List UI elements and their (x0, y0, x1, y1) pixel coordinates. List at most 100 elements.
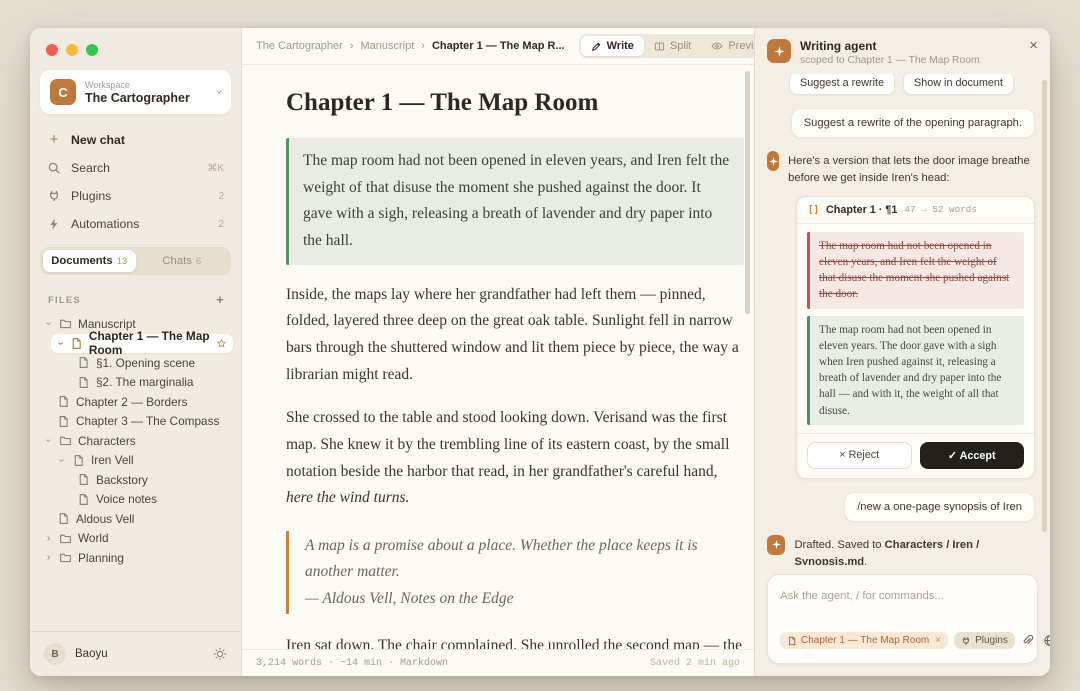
tab-split[interactable]: Split (644, 36, 701, 56)
agent-input[interactable] (780, 590, 1025, 602)
composer-icons: ↑ (1021, 628, 1050, 653)
agent-chat[interactable]: Suggest a rewrite Show in document Sugge… (755, 74, 1050, 565)
breadcrumb-document[interactable]: Chapter 1 — The Map R... (432, 40, 565, 52)
workspace-label: Workspace (85, 80, 190, 90)
chevron-down-icon[interactable]: › (55, 340, 66, 347)
agent-scope: scoped to Chapter 1 — The Map Room (800, 55, 980, 66)
zoom-window-button[interactable] (86, 44, 98, 56)
paragraph[interactable]: She crossed to the table and stood looki… (286, 405, 744, 512)
rewrite-diff-card: Chapter 1 · ¶1 47 → 52 words The map roo… (796, 196, 1035, 479)
tree-item-voice-notes[interactable]: Voice notes (71, 490, 233, 510)
sidebar: C Workspace The Cartographer › + New cha… (30, 28, 242, 676)
search-shortcut: ⌘K (207, 163, 224, 174)
tab-documents[interactable]: Documents 13 (43, 250, 136, 272)
add-file-button[interactable]: + (216, 292, 225, 307)
word-count-status: 3,214 words · ~14 min · Markdown (256, 658, 448, 669)
search-button[interactable]: Search ⌘K (40, 154, 231, 182)
breadcrumb-separator: › (350, 40, 354, 52)
plugins-chip[interactable]: Plugins (954, 632, 1015, 649)
chat-scrollbar[interactable] (1042, 80, 1047, 532)
agent-message: Here's a version that lets the door imag… (767, 151, 1035, 187)
remove-chip-icon[interactable]: × (935, 635, 941, 646)
tab-chats[interactable]: Chats 6 (136, 250, 229, 272)
breadcrumb-workspace[interactable]: The Cartographer (256, 40, 343, 52)
highlighted-paragraph[interactable]: The map room had not been opened in elev… (286, 138, 744, 265)
diff-body: The map room had not been opened in elev… (797, 224, 1034, 433)
tree-item-iren-vell[interactable]: › Iren Vell (51, 451, 233, 471)
user-message: Suggest a rewrite of the opening paragra… (791, 108, 1035, 138)
plus-icon: + (47, 134, 61, 146)
minimize-window-button[interactable] (66, 44, 78, 56)
composer-toolbar: Chapter 1 — The Map Room × Plugins ↑ (780, 628, 1025, 653)
agent-header: Writing agent scoped to Chapter 1 — The … (755, 28, 1050, 74)
file-icon (72, 454, 85, 467)
suggest-rewrite-button[interactable]: Suggest a rewrite (789, 74, 895, 95)
file-icon (57, 512, 70, 525)
quote-attribution: — Aldous Vell, Notes on the Edge (305, 586, 744, 612)
chevron-down-icon[interactable]: › (43, 436, 54, 445)
sidebar-item-automations[interactable]: Automations 2 (40, 210, 231, 238)
plugins-count: 2 (218, 191, 224, 202)
paperclip-icon[interactable] (1021, 634, 1034, 647)
tree-item-aldous-vell[interactable]: Aldous Vell (51, 509, 233, 529)
tree-item-world[interactable]: › World (38, 529, 233, 549)
tree-item-characters[interactable]: › Characters (38, 431, 233, 451)
folder-icon (59, 317, 72, 330)
theme-toggle-sun-icon[interactable] (213, 647, 227, 661)
agent-sparkle-icon (767, 39, 791, 63)
editor-scrollbar[interactable] (745, 71, 750, 314)
document-canvas[interactable]: Chapter 1 — The Map Room The map room ha… (242, 65, 754, 649)
blockquote[interactable]: A map is a promise about a place. Whethe… (286, 531, 744, 614)
new-chat-button[interactable]: + New chat (40, 126, 231, 154)
sidebar-item-plugins[interactable]: Plugins 2 (40, 182, 231, 210)
close-icon[interactable]: × (1029, 39, 1038, 53)
globe-icon[interactable] (1043, 634, 1050, 647)
file-icon (77, 376, 90, 389)
diff-removed-text: The map room had not been opened in elev… (807, 232, 1024, 309)
folder-icon (59, 434, 72, 447)
chevron-right-icon[interactable]: › (44, 533, 53, 544)
app-window: C Workspace The Cartographer › + New cha… (30, 28, 1050, 676)
agent-message-text: Drafted. Saved to Characters / Iren / Sy… (794, 535, 1035, 565)
pencil-icon (591, 41, 602, 52)
tab-write[interactable]: Write (581, 36, 644, 56)
user-message: /new a one-page synopsis of Iren (844, 492, 1035, 522)
diff-header: Chapter 1 · ¶1 47 → 52 words (797, 197, 1034, 224)
workspace-switcher[interactable]: C Workspace The Cartographer › (40, 70, 231, 114)
tree-item-planning[interactable]: › Planning (38, 548, 233, 568)
agent-title: Writing agent (800, 39, 980, 53)
avatar: B (44, 643, 66, 665)
tree-item-chapter-3[interactable]: Chapter 3 — The Compass (51, 412, 233, 432)
close-window-button[interactable] (46, 44, 58, 56)
diff-target: Chapter 1 · ¶1 (826, 204, 897, 216)
breadcrumb-folder[interactable]: Manuscript (361, 40, 415, 52)
tree-item-backstory[interactable]: Backstory (71, 470, 233, 490)
chats-count: 6 (196, 255, 201, 267)
paragraph[interactable]: Iren sat down. The chair complained. She… (286, 633, 744, 649)
paragraph[interactable]: Inside, the maps lay where her grandfath… (286, 282, 744, 389)
file-icon (57, 395, 70, 408)
reject-button[interactable]: × Reject (807, 442, 912, 469)
star-icon[interactable] (216, 338, 227, 349)
quote-text: A map is a promise about a place. Whethe… (305, 533, 744, 586)
agent-sparkle-icon (767, 151, 779, 171)
sidebar-tabs: Documents 13 Chats 6 (40, 247, 231, 275)
document-title: Chapter 1 — The Map Room (286, 89, 744, 117)
bolt-icon (47, 217, 61, 231)
tree-item-chapter-2[interactable]: Chapter 2 — Borders (51, 392, 233, 412)
chevron-down-icon[interactable]: › (43, 319, 54, 328)
chevron-right-icon[interactable]: › (44, 552, 53, 563)
document-body: Chapter 1 — The Map Room The map room ha… (286, 89, 744, 649)
folder-icon (59, 551, 72, 564)
show-in-document-button[interactable]: Show in document (903, 74, 1014, 95)
tree-item-s2-the-marginalia[interactable]: §2. The marginalia (71, 373, 233, 393)
tree-item-chapter-1[interactable]: › Chapter 1 — The Map Room (51, 334, 233, 354)
sidebar-menu: + New chat Search ⌘K Plugins 2 (30, 126, 241, 238)
plug-icon (47, 189, 61, 203)
accept-button[interactable]: ✓ Accept (920, 442, 1025, 469)
file-icon (77, 473, 90, 486)
context-chip-document[interactable]: Chapter 1 — The Map Room × (780, 632, 948, 649)
chevron-down-icon[interactable]: › (56, 456, 67, 465)
breadcrumb-separator: › (421, 40, 425, 52)
file-icon (787, 636, 797, 646)
